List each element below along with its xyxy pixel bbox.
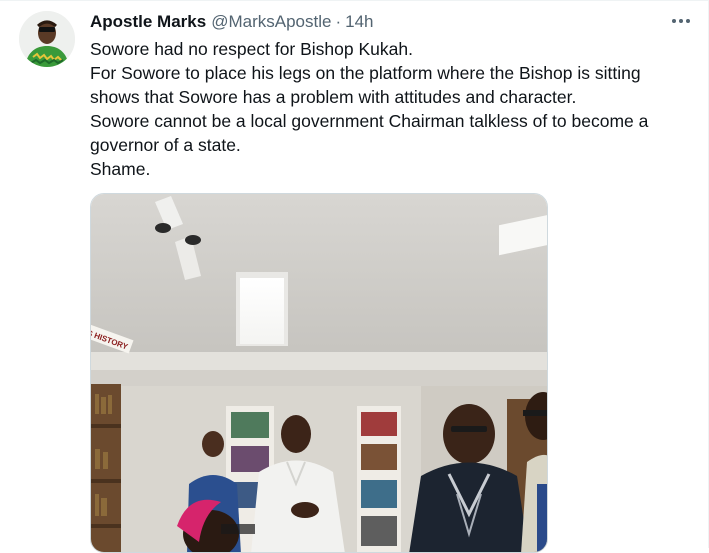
more-horizontal-icon[interactable] [668,10,694,32]
tweet-text-line: governor of a state. [90,135,241,155]
top-divider [0,0,709,1]
separator-dot: · [335,12,342,31]
tweet-photo[interactable]: S HISTORY [90,193,548,553]
user-handle[interactable]: @MarksApostle [211,12,331,32]
tweet-text-line: Sowore had no respect for Bishop Kukah. [90,39,413,59]
tweet-text-line: Sowore cannot be a local government Chai… [90,111,649,131]
tweet-header: Apostle Marks @MarksApostle · 14h [90,11,374,33]
tweet-text: Sowore had no respect for Bishop Kukah. … [90,37,690,181]
timestamp[interactable]: 14h [345,12,373,32]
avatar[interactable] [19,11,75,67]
tweet-text-line: shows that Sowore has a problem with att… [90,87,577,107]
display-name[interactable]: Apostle Marks [90,12,206,32]
tweet-text-line: For Sowore to place his legs on the plat… [90,63,641,83]
tweet-text-line: Shame. [90,159,151,179]
